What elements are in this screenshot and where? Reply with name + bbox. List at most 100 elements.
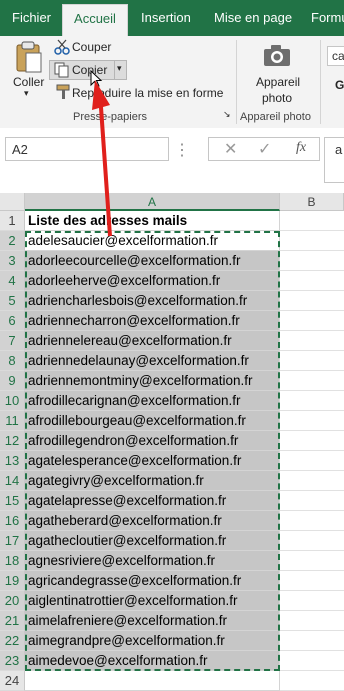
row-header[interactable]: 8: [0, 351, 25, 371]
email-cell[interactable]: aimelafreniere@excelformation.fr: [25, 611, 280, 631]
empty-cell[interactable]: [280, 371, 344, 391]
clipboard-launcher-icon[interactable]: ↘: [223, 109, 231, 120]
empty-cell[interactable]: [280, 391, 344, 411]
row-header[interactable]: 12: [0, 431, 25, 451]
row-header[interactable]: 7: [0, 331, 25, 351]
row-header[interactable]: 23: [0, 651, 25, 671]
empty-cell[interactable]: [280, 571, 344, 591]
empty-cell[interactable]: [280, 271, 344, 291]
format-painter-icon: [56, 84, 70, 99]
row-header[interactable]: 14: [0, 471, 25, 491]
email-cell[interactable]: agatheberard@excelformation.fr: [25, 511, 280, 531]
email-cell[interactable]: adriencharlesbois@excelformation.fr: [25, 291, 280, 311]
cancel-icon[interactable]: ✕: [224, 139, 237, 159]
empty-cell[interactable]: [280, 511, 344, 531]
enter-check-icon[interactable]: ✓: [258, 139, 271, 159]
email-cell[interactable]: agatelapresse@excelformation.fr: [25, 491, 280, 511]
empty-cell[interactable]: [280, 631, 344, 651]
select-all-corner[interactable]: [0, 193, 25, 211]
row-header[interactable]: 22: [0, 631, 25, 651]
email-cell[interactable]: agathecloutier@excelformation.fr: [25, 531, 280, 551]
empty-cell[interactable]: [280, 411, 344, 431]
row-header[interactable]: 19: [0, 571, 25, 591]
row-header[interactable]: 9: [0, 371, 25, 391]
email-cell[interactable]: afrodillecarignan@excelformation.fr: [25, 391, 280, 411]
row-header[interactable]: 24: [0, 671, 25, 691]
empty-cell[interactable]: [280, 591, 344, 611]
formula-input-value: a: [335, 142, 343, 157]
email-cell[interactable]: adriennemontminy@excelformation.fr: [25, 371, 280, 391]
email-cell[interactable]: adriennedelaunay@excelformation.fr: [25, 351, 280, 371]
font-name-box[interactable]: ca: [327, 46, 344, 66]
email-cell[interactable]: adorleeherve@excelformation.fr: [25, 271, 280, 291]
row-header[interactable]: 2: [0, 231, 25, 251]
empty-cell[interactable]: [280, 491, 344, 511]
column-header-b[interactable]: B: [280, 193, 344, 211]
email-cell[interactable]: agategivry@excelformation.fr: [25, 471, 280, 491]
email-cell[interactable]: afrodillegendron@excelformation.fr: [25, 431, 280, 451]
empty-cell[interactable]: [280, 671, 344, 691]
column-header-a[interactable]: A: [25, 193, 280, 211]
paste-dropdown-icon[interactable]: ▾: [24, 88, 29, 99]
red-arrow-icon: [92, 80, 112, 236]
row-header[interactable]: 3: [0, 251, 25, 271]
empty-cell[interactable]: [280, 611, 344, 631]
row-header[interactable]: 13: [0, 451, 25, 471]
empty-cell[interactable]: [280, 231, 344, 251]
empty-cell[interactable]: [280, 451, 344, 471]
insert-function-icon[interactable]: fx: [296, 140, 306, 156]
empty-cell[interactable]: [280, 471, 344, 491]
name-box-value: A2: [12, 142, 28, 157]
email-cell[interactable]: adriennelereau@excelformation.fr: [25, 331, 280, 351]
email-cell[interactable]: aimegrandpre@excelformation.fr: [25, 631, 280, 651]
camera-button[interactable]: Appareil: [256, 75, 300, 89]
email-cell[interactable]: adriennecharron@excelformation.fr: [25, 311, 280, 331]
email-cell[interactable]: adelesaucier@excelformation.fr: [25, 231, 280, 251]
row-header[interactable]: 4: [0, 271, 25, 291]
tab-mise-en-page[interactable]: Mise en page: [214, 0, 292, 36]
empty-cell[interactable]: [280, 291, 344, 311]
empty-cell[interactable]: [280, 531, 344, 551]
row-header[interactable]: 5: [0, 291, 25, 311]
tab-accueil[interactable]: Accueil: [62, 4, 128, 37]
email-cell[interactable]: [25, 671, 280, 691]
empty-cell[interactable]: [280, 651, 344, 671]
row-header[interactable]: 11: [0, 411, 25, 431]
row-header[interactable]: 18: [0, 551, 25, 571]
camera-button-label-2[interactable]: photo: [262, 91, 292, 105]
email-cell[interactable]: aiglentinatrottier@excelformation.fr: [25, 591, 280, 611]
row-header[interactable]: 17: [0, 531, 25, 551]
paste-icon[interactable]: [14, 40, 44, 74]
paste-button[interactable]: Coller: [13, 75, 44, 89]
email-cell[interactable]: agatelesperance@excelformation.fr: [25, 451, 280, 471]
email-cell[interactable]: adorleecourcelle@excelformation.fr: [25, 251, 280, 271]
cut-button[interactable]: Couper: [72, 40, 111, 54]
row-header[interactable]: 15: [0, 491, 25, 511]
email-cell[interactable]: aimedevoe@excelformation.fr: [25, 651, 280, 671]
row-header[interactable]: 6: [0, 311, 25, 331]
empty-cell[interactable]: [280, 311, 344, 331]
copy-dropdown-icon[interactable]: ▾: [117, 63, 122, 74]
empty-cell[interactable]: [280, 251, 344, 271]
tab-formules[interactable]: Formu: [311, 0, 344, 36]
email-cell[interactable]: agricandegrasse@excelformation.fr: [25, 571, 280, 591]
tab-fichier[interactable]: Fichier: [12, 0, 51, 36]
row-header[interactable]: 21: [0, 611, 25, 631]
row-header[interactable]: 20: [0, 591, 25, 611]
empty-cell[interactable]: [280, 331, 344, 351]
scissors-icon: [54, 39, 70, 55]
empty-cell[interactable]: [280, 351, 344, 371]
empty-cell[interactable]: [280, 431, 344, 451]
email-cell[interactable]: agnesriviere@excelformation.fr: [25, 551, 280, 571]
row-header[interactable]: 16: [0, 511, 25, 531]
bold-icon[interactable]: G: [335, 78, 344, 92]
header-cell[interactable]: Liste des adresses mails: [25, 211, 280, 231]
tab-insertion[interactable]: Insertion: [141, 0, 191, 36]
row-header[interactable]: 10: [0, 391, 25, 411]
row-header[interactable]: 1: [0, 211, 25, 231]
email-cell[interactable]: afrodillebourgeau@excelformation.fr: [25, 411, 280, 431]
empty-cell[interactable]: [280, 211, 344, 231]
formula-bar-menu-icon[interactable]: ⋮: [174, 140, 190, 160]
empty-cell[interactable]: [280, 551, 344, 571]
formula-input[interactable]: a: [324, 137, 344, 183]
